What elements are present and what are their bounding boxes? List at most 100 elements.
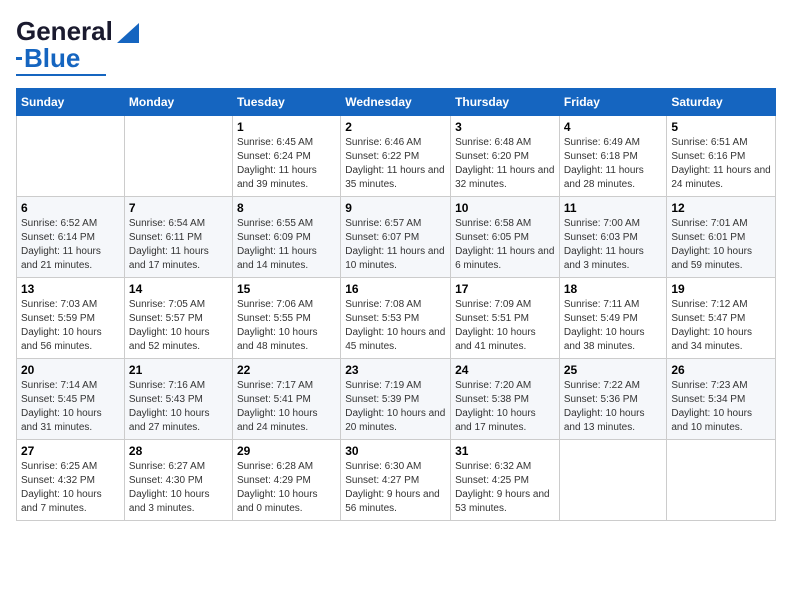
day-number: 24: [455, 363, 555, 377]
calendar-cell: [124, 116, 232, 197]
day-info: Sunrise: 7:23 AM Sunset: 5:34 PM Dayligh…: [671, 379, 771, 435]
logo-arrow-icon: [117, 23, 139, 43]
dow-header: Saturday: [667, 89, 776, 116]
day-info: Sunrise: 7:20 AM Sunset: 5:38 PM Dayligh…: [455, 379, 555, 435]
day-number: 30: [345, 444, 446, 458]
calendar-cell: 28 Sunrise: 6:27 AM Sunset: 4:30 PM Dayli…: [124, 440, 232, 521]
day-info: Sunrise: 7:19 AM Sunset: 5:39 PM Dayligh…: [345, 379, 446, 435]
calendar-cell: 17 Sunrise: 7:09 AM Sunset: 5:51 PM Dayli…: [451, 278, 560, 359]
day-number: 13: [21, 282, 120, 296]
day-number: 3: [455, 120, 555, 134]
calendar-cell: 12 Sunrise: 7:01 AM Sunset: 6:01 PM Dayli…: [667, 197, 776, 278]
day-info: Sunrise: 7:05 AM Sunset: 5:57 PM Dayligh…: [129, 298, 228, 354]
logo-blue: Blue: [24, 43, 80, 74]
calendar-cell: 4 Sunrise: 6:49 AM Sunset: 6:18 PM Daylig…: [559, 116, 667, 197]
day-info: Sunrise: 7:16 AM Sunset: 5:43 PM Dayligh…: [129, 379, 228, 435]
calendar-cell: 25 Sunrise: 7:22 AM Sunset: 5:36 PM Dayli…: [559, 359, 667, 440]
day-number: 26: [671, 363, 771, 377]
day-info: Sunrise: 6:28 AM Sunset: 4:29 PM Dayligh…: [237, 460, 336, 516]
calendar-cell: 16Sunrise: 7:08 AM Sunset: 5:53 PM Dayli…: [341, 278, 451, 359]
day-info: Sunrise: 6:32 AM Sunset: 4:25 PM Dayligh…: [455, 460, 555, 516]
day-number: 1: [237, 120, 336, 134]
calendar-cell: [17, 116, 125, 197]
day-info: Sunrise: 7:12 AM Sunset: 5:47 PM Dayligh…: [671, 298, 771, 354]
dow-header: Sunday: [17, 89, 125, 116]
day-number: 7: [129, 201, 228, 215]
day-info: Sunrise: 6:55 AM Sunset: 6:09 PM Dayligh…: [237, 217, 336, 273]
dow-header: Wednesday: [341, 89, 451, 116]
calendar-cell: 21 Sunrise: 7:16 AM Sunset: 5:43 PM Dayli…: [124, 359, 232, 440]
calendar-cell: 15 Sunrise: 7:06 AM Sunset: 5:55 PM Dayli…: [232, 278, 340, 359]
calendar-cell: 29 Sunrise: 6:28 AM Sunset: 4:29 PM Dayli…: [232, 440, 340, 521]
day-number: 27: [21, 444, 120, 458]
day-number: 6: [21, 201, 120, 215]
day-number: 31: [455, 444, 555, 458]
day-number: 21: [129, 363, 228, 377]
day-number: 8: [237, 201, 336, 215]
day-info: Sunrise: 6:27 AM Sunset: 4:30 PM Dayligh…: [129, 460, 228, 516]
dow-header: Friday: [559, 89, 667, 116]
day-number: 12: [671, 201, 771, 215]
day-info: Sunrise: 7:17 AM Sunset: 5:41 PM Dayligh…: [237, 379, 336, 435]
calendar-cell: 24 Sunrise: 7:20 AM Sunset: 5:38 PM Dayli…: [451, 359, 560, 440]
day-number: 20: [21, 363, 120, 377]
calendar-cell: 18 Sunrise: 7:11 AM Sunset: 5:49 PM Dayli…: [559, 278, 667, 359]
day-number: 18: [564, 282, 663, 296]
calendar-cell: [559, 440, 667, 521]
day-number: 15: [237, 282, 336, 296]
day-info: Sunrise: 7:01 AM Sunset: 6:01 PM Dayligh…: [671, 217, 771, 273]
day-info: Sunrise: 6:54 AM Sunset: 6:11 PM Dayligh…: [129, 217, 228, 273]
day-number: 28: [129, 444, 228, 458]
day-info: Sunrise: 6:25 AM Sunset: 4:32 PM Dayligh…: [21, 460, 120, 516]
day-number: 16: [345, 282, 446, 296]
dow-header: Monday: [124, 89, 232, 116]
day-info: Sunrise: 7:00 AM Sunset: 6:03 PM Dayligh…: [564, 217, 663, 273]
calendar-cell: 19 Sunrise: 7:12 AM Sunset: 5:47 PM Dayli…: [667, 278, 776, 359]
calendar-cell: 10 Sunrise: 6:58 AM Sunset: 6:05 PM Dayli…: [451, 197, 560, 278]
calendar-cell: 26 Sunrise: 7:23 AM Sunset: 5:34 PM Dayli…: [667, 359, 776, 440]
calendar-cell: 11 Sunrise: 7:00 AM Sunset: 6:03 PM Dayli…: [559, 197, 667, 278]
day-info: Sunrise: 7:11 AM Sunset: 5:49 PM Dayligh…: [564, 298, 663, 354]
day-number: 9: [345, 201, 446, 215]
calendar-table: SundayMondayTuesdayWednesdayThursdayFrid…: [16, 88, 776, 521]
day-number: 25: [564, 363, 663, 377]
day-number: 29: [237, 444, 336, 458]
calendar-cell: 3Sunrise: 6:48 AM Sunset: 6:20 PM Daylig…: [451, 116, 560, 197]
day-info: Sunrise: 6:52 AM Sunset: 6:14 PM Dayligh…: [21, 217, 120, 273]
calendar-cell: 27 Sunrise: 6:25 AM Sunset: 4:32 PM Dayli…: [17, 440, 125, 521]
calendar-cell: 1 Sunrise: 6:45 AM Sunset: 6:24 PM Daylig…: [232, 116, 340, 197]
day-info: Sunrise: 6:51 AM Sunset: 6:16 PM Dayligh…: [671, 136, 771, 192]
day-info: Sunrise: 6:30 AM Sunset: 4:27 PM Dayligh…: [345, 460, 446, 516]
day-number: 11: [564, 201, 663, 215]
day-number: 19: [671, 282, 771, 296]
page-header: General Blue: [16, 16, 776, 76]
day-number: 14: [129, 282, 228, 296]
day-number: 2: [345, 120, 446, 134]
day-number: 10: [455, 201, 555, 215]
calendar-cell: 2 Sunrise: 6:46 AM Sunset: 6:22 PM Daylig…: [341, 116, 451, 197]
day-info: Sunrise: 6:58 AM Sunset: 6:05 PM Dayligh…: [455, 217, 555, 273]
day-info: Sunrise: 7:06 AM Sunset: 5:55 PM Dayligh…: [237, 298, 336, 354]
day-info: Sunrise: 6:57 AM Sunset: 6:07 PM Dayligh…: [345, 217, 446, 273]
calendar-cell: 8 Sunrise: 6:55 AM Sunset: 6:09 PM Daylig…: [232, 197, 340, 278]
day-info: Sunrise: 6:46 AM Sunset: 6:22 PM Dayligh…: [345, 136, 446, 192]
calendar-cell: 20 Sunrise: 7:14 AM Sunset: 5:45 PM Dayli…: [17, 359, 125, 440]
calendar-cell: 6 Sunrise: 6:52 AM Sunset: 6:14 PM Daylig…: [17, 197, 125, 278]
day-info: Sunrise: 6:45 AM Sunset: 6:24 PM Dayligh…: [237, 136, 336, 192]
calendar-cell: [667, 440, 776, 521]
day-number: 4: [564, 120, 663, 134]
day-number: 17: [455, 282, 555, 296]
logo: General Blue: [16, 16, 139, 76]
day-info: Sunrise: 7:22 AM Sunset: 5:36 PM Dayligh…: [564, 379, 663, 435]
dow-header: Tuesday: [232, 89, 340, 116]
day-number: 23: [345, 363, 446, 377]
dow-header: Thursday: [451, 89, 560, 116]
calendar-cell: 30 Sunrise: 6:30 AM Sunset: 4:27 PM Dayli…: [341, 440, 451, 521]
calendar-cell: 7 Sunrise: 6:54 AM Sunset: 6:11 PM Daylig…: [124, 197, 232, 278]
calendar-cell: 14 Sunrise: 7:05 AM Sunset: 5:57 PM Dayli…: [124, 278, 232, 359]
day-info: Sunrise: 6:49 AM Sunset: 6:18 PM Dayligh…: [564, 136, 663, 192]
day-info: Sunrise: 7:14 AM Sunset: 5:45 PM Dayligh…: [21, 379, 120, 435]
calendar-cell: 5Sunrise: 6:51 AM Sunset: 6:16 PM Daylig…: [667, 116, 776, 197]
day-info: Sunrise: 7:09 AM Sunset: 5:51 PM Dayligh…: [455, 298, 555, 354]
calendar-cell: 13Sunrise: 7:03 AM Sunset: 5:59 PM Dayli…: [17, 278, 125, 359]
